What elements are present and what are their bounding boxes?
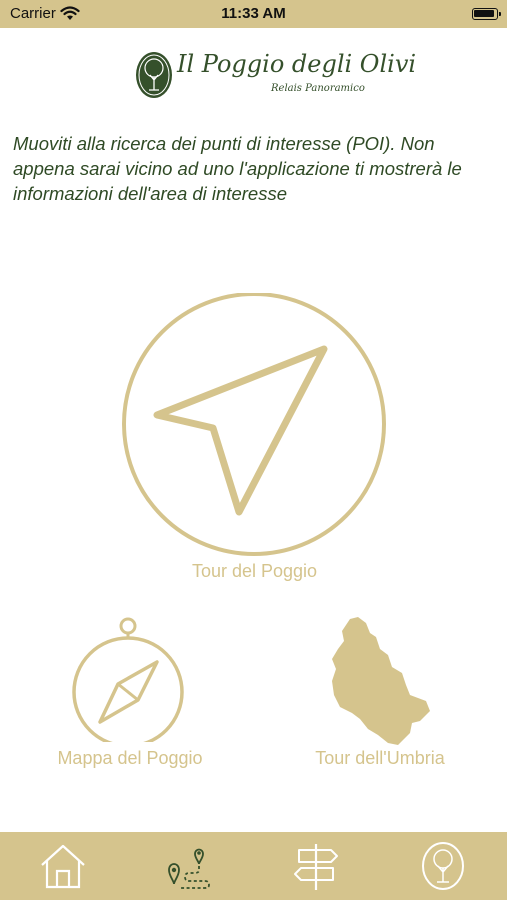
clock-time: 11:33 AM xyxy=(221,5,286,22)
tab-home[interactable] xyxy=(37,840,89,892)
olive-tree-logo-icon xyxy=(422,842,464,890)
intro-text: Muoviti alla ricerca dei punti di intere… xyxy=(13,133,462,204)
battery-icon xyxy=(472,8,501,20)
tab-info[interactable] xyxy=(417,840,469,892)
app-logo: Il Poggio degli Olivi Relais Panoramico xyxy=(135,50,416,102)
navigation-arrow-icon xyxy=(122,293,386,556)
signpost-icon xyxy=(294,844,338,890)
olive-tree-emblem-icon xyxy=(136,52,172,98)
tour-dell-umbria-label: Tour dell'Umbria xyxy=(315,748,445,768)
tour-del-poggio-button[interactable]: Tour del Poggio xyxy=(117,293,392,593)
mappa-del-poggio-label: Mappa del Poggio xyxy=(57,748,203,768)
compass-icon xyxy=(72,617,184,742)
tour-dell-umbria-button[interactable]: Tour dell'Umbria xyxy=(290,612,470,772)
umbria-region-icon xyxy=(332,617,430,745)
logo-tagline: Relais Panoramico xyxy=(271,83,365,94)
status-bar: Carrier 11:33 AM xyxy=(0,0,507,28)
tour-del-poggio-label: Tour del Poggio xyxy=(191,561,318,581)
home-icon xyxy=(41,844,85,889)
tab-signpost[interactable] xyxy=(290,840,342,892)
logo-name: Il Poggio degli Olivi xyxy=(177,50,417,78)
mappa-del-poggio-button[interactable]: Mappa del Poggio xyxy=(40,612,220,772)
tab-bar xyxy=(0,832,507,900)
tab-route[interactable] xyxy=(163,840,215,892)
route-pin-icon xyxy=(168,848,210,889)
